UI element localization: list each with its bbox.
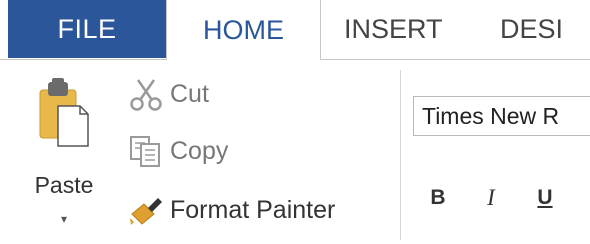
format-painter-label: Format Painter xyxy=(170,195,336,224)
font-name-combobox[interactable]: Times New R xyxy=(413,96,590,136)
scissors-icon xyxy=(130,79,162,111)
paste-icon xyxy=(39,78,89,147)
group-separator xyxy=(400,70,401,240)
tab-file[interactable]: FILE xyxy=(8,0,166,58)
copy-icon xyxy=(130,136,160,167)
paste-button[interactable]: Paste ▾ xyxy=(32,72,96,232)
copy-label: Copy xyxy=(170,136,229,165)
ribbon-tab-bar: FILE HOME INSERT DESI xyxy=(0,0,590,60)
paste-dropdown-arrow[interactable]: ▾ xyxy=(32,212,96,226)
ribbon-home: Paste ▾ Cut Copy Format Painter Times Ne… xyxy=(0,60,590,244)
tab-insert[interactable]: INSERT xyxy=(344,0,443,58)
tab-design[interactable]: DESI xyxy=(500,0,563,58)
italic-button[interactable]: I xyxy=(476,178,506,218)
format-painter-button[interactable]: Format Painter xyxy=(128,190,335,230)
cut-label: Cut xyxy=(170,79,209,108)
paste-label: Paste xyxy=(34,172,94,198)
tab-home[interactable]: HOME xyxy=(166,0,321,60)
copy-button[interactable]: Copy xyxy=(128,131,228,171)
underline-button[interactable]: U xyxy=(530,178,560,218)
cut-button[interactable]: Cut xyxy=(128,74,209,114)
bold-button[interactable]: B xyxy=(423,178,453,218)
paintbrush-icon xyxy=(130,198,162,225)
